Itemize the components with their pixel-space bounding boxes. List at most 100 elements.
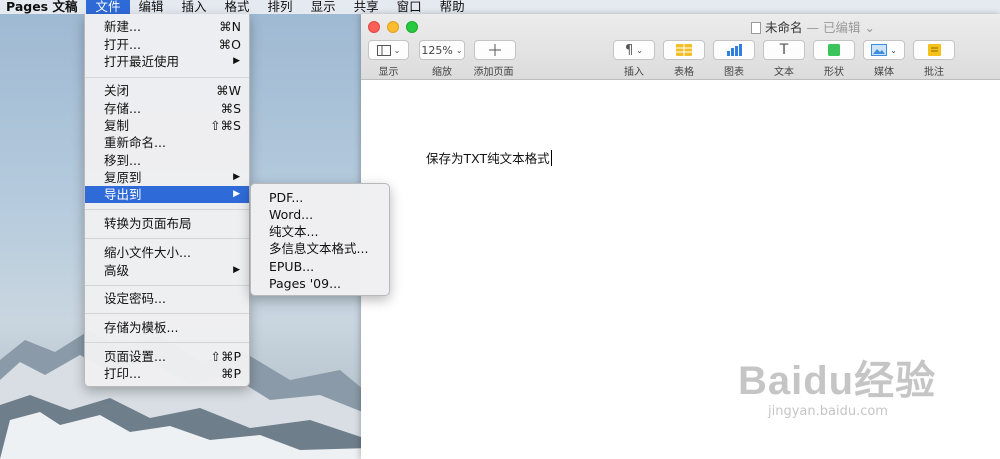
menu-item-save[interactable]: 存储... ⌘S: [85, 100, 249, 117]
menu-share[interactable]: 共享: [345, 0, 388, 14]
toolbar-insert[interactable]: ¶ ⌄ 插入: [613, 40, 655, 78]
shortcut: ⌘W: [216, 83, 241, 98]
document-body-text[interactable]: 保存为TXT纯文本格式: [426, 148, 552, 167]
menu-edit[interactable]: 编辑: [130, 0, 173, 14]
toolbar-add-page[interactable]: 添加页面: [474, 40, 516, 78]
file-menu: 新建... ⌘N 打开... ⌘O 打开最近使用 ▶ 关闭 ⌘W 存储... ⌘S 复制 ⇧…: [84, 14, 250, 387]
shortcut: ⌘S: [220, 101, 241, 116]
text-caret: [550, 150, 552, 166]
chart-label: 图表: [724, 67, 744, 78]
document-name: 未命名: [765, 20, 803, 35]
chevron-down-icon: ⌄: [455, 45, 463, 55]
close-button[interactable]: [368, 21, 380, 33]
menu-insert[interactable]: 插入: [173, 0, 216, 14]
text-button[interactable]: T: [763, 40, 805, 60]
view-button[interactable]: ⌄: [368, 40, 409, 60]
toolbar-view[interactable]: ⌄ 显示: [368, 40, 409, 78]
add-page-label: 添加页面: [473, 67, 514, 78]
menu-app-pages[interactable]: Pages 文稿: [0, 0, 86, 14]
zoom-value: 125%: [421, 43, 453, 57]
shape-icon: [828, 44, 840, 56]
insert-label: 插入: [624, 67, 644, 78]
menu-separator: [85, 238, 249, 239]
minimize-button[interactable]: [387, 21, 399, 33]
media-icon: [871, 44, 888, 56]
export-pdf[interactable]: PDF...: [251, 189, 389, 206]
menu-file[interactable]: 文件: [86, 0, 130, 14]
menu-arrange[interactable]: 排列: [259, 0, 302, 14]
comment-icon: [927, 44, 941, 56]
toolbar-chart[interactable]: 图表: [713, 40, 755, 78]
export-epub[interactable]: EPUB...: [251, 258, 389, 275]
menu-item-duplicate[interactable]: 复制 ⇧⌘S: [85, 117, 249, 134]
menu-item-page-setup[interactable]: 页面设置... ⇧⌘P: [85, 348, 249, 365]
menu-window[interactable]: 窗口: [388, 0, 431, 14]
submenu-arrow-icon: ▶: [233, 172, 240, 182]
submenu-arrow-icon: ▶: [233, 56, 240, 66]
media-button[interactable]: ⌄: [863, 40, 905, 60]
menu-view[interactable]: 显示: [302, 0, 345, 14]
menu-separator: [85, 342, 249, 343]
sidebar-icon: [376, 44, 391, 56]
menu-separator: [85, 209, 249, 210]
toolbar-table[interactable]: 表格: [663, 40, 705, 78]
comment-label: 批注: [924, 67, 944, 78]
menu-item-convert-to-page-layout[interactable]: 转换为页面布局: [85, 215, 249, 232]
toolbar-shape[interactable]: 形状: [813, 40, 855, 78]
menu-item-move-to[interactable]: 移到...: [85, 152, 249, 169]
export-pages-09[interactable]: Pages '09...: [251, 275, 389, 292]
chart-button[interactable]: [713, 40, 755, 60]
menu-item-open[interactable]: 打开... ⌘O: [85, 36, 249, 53]
export-word[interactable]: Word...: [251, 206, 389, 223]
export-submenu: PDF... Word... 纯文本... 多信息文本格式... EPUB...…: [250, 183, 390, 296]
table-label: 表格: [674, 67, 694, 78]
zoom-window-button[interactable]: [406, 21, 418, 33]
chevron-down-icon: ⌄: [890, 45, 897, 55]
menu-item-print[interactable]: 打印... ⌘P: [85, 365, 249, 382]
export-plain-text[interactable]: 纯文本...: [251, 223, 389, 240]
comment-button[interactable]: [913, 40, 955, 60]
menu-bar: Pages 文稿 文件 编辑 插入 格式 排列 显示 共享 窗口 帮助: [0, 0, 1000, 14]
window-titlebar: 未命名 — 已编辑 ⌄ ⌄ 显示 125% ⌄ 缩放 添加页面 ¶ ⌄ 插入 表…: [361, 14, 1000, 80]
document-text: 保存为TXT纯文本格式: [426, 151, 550, 166]
table-button[interactable]: [663, 40, 705, 60]
menu-item-rename[interactable]: 重新命名...: [85, 134, 249, 151]
zoom-label: 缩放: [432, 67, 452, 78]
menu-item-advanced[interactable]: 高级 ▶: [85, 262, 249, 279]
menu-item-close[interactable]: 关闭 ⌘W: [85, 82, 249, 99]
watermark-brand: Baidu经验: [738, 359, 937, 403]
insert-button[interactable]: ¶ ⌄: [613, 40, 655, 60]
add-page-button[interactable]: [474, 40, 516, 60]
menu-item-set-password[interactable]: 设定密码...: [85, 290, 249, 307]
submenu-arrow-icon: ▶: [233, 189, 240, 199]
shape-button[interactable]: [813, 40, 855, 60]
text-icon: T: [779, 42, 789, 58]
shortcut: ⌘N: [219, 19, 241, 34]
menu-item-reduce-file-size[interactable]: 缩小文件大小...: [85, 244, 249, 261]
menu-format[interactable]: 格式: [216, 0, 259, 14]
text-label: 文本: [774, 67, 794, 78]
chevron-down-icon: ⌄: [393, 45, 401, 55]
menu-item-open-recent[interactable]: 打开最近使用 ▶: [85, 53, 249, 70]
menu-separator: [85, 313, 249, 314]
toolbar-comment[interactable]: 批注: [913, 40, 955, 78]
export-rich-text[interactable]: 多信息文本格式...: [251, 240, 389, 257]
menu-item-revert-to[interactable]: 复原到 ▶: [85, 169, 249, 186]
toolbar-media[interactable]: ⌄ 媒体: [863, 40, 905, 78]
toolbar-zoom[interactable]: 125% ⌄ 缩放: [419, 40, 465, 78]
menu-item-export-to[interactable]: 导出到 ▶: [85, 186, 249, 203]
menu-item-new[interactable]: 新建... ⌘N: [85, 18, 249, 35]
plus-icon: [489, 44, 501, 56]
menu-help[interactable]: 帮助: [431, 0, 474, 14]
document-title[interactable]: 未命名 — 已编辑 ⌄: [751, 17, 875, 36]
chevron-down-icon: ⌄: [636, 45, 643, 55]
menu-item-save-as-template[interactable]: 存储为模板...: [85, 319, 249, 336]
pilcrow-icon: ¶: [625, 42, 634, 58]
shortcut: ⇧⌘P: [210, 349, 241, 364]
toolbar-text[interactable]: T 文本: [763, 40, 805, 78]
shortcut: ⌘P: [220, 366, 241, 381]
table-icon: [676, 44, 692, 56]
zoom-select[interactable]: 125% ⌄: [419, 40, 465, 60]
menu-separator: [85, 285, 249, 286]
document-icon: [751, 22, 761, 34]
